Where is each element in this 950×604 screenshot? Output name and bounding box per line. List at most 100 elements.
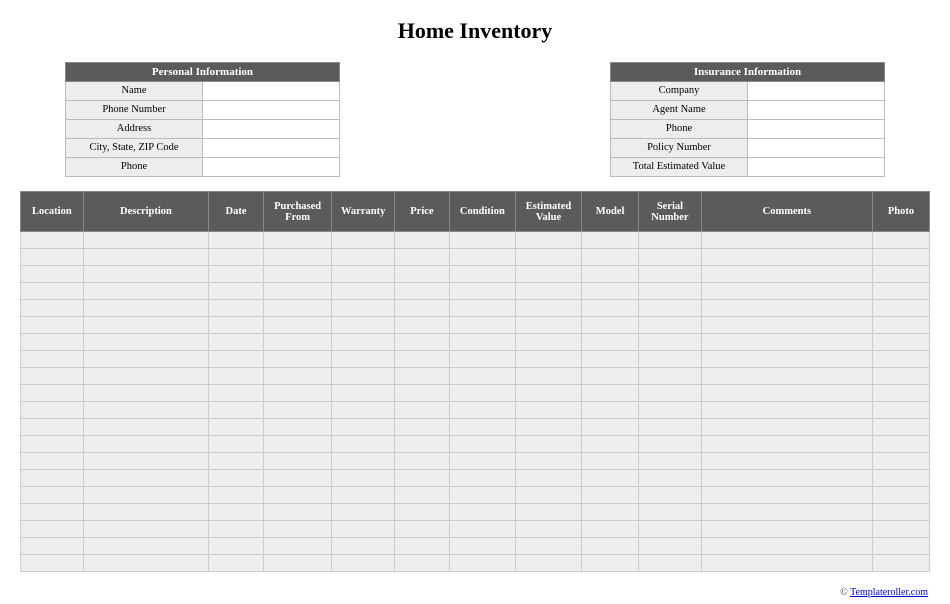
table-cell[interactable] (701, 283, 872, 300)
personal-value[interactable] (203, 120, 340, 139)
table-cell[interactable] (209, 402, 264, 419)
table-cell[interactable] (872, 487, 929, 504)
table-cell[interactable] (582, 538, 639, 555)
table-cell[interactable] (872, 385, 929, 402)
table-cell[interactable] (701, 232, 872, 249)
table-cell[interactable] (449, 317, 515, 334)
table-cell[interactable] (263, 487, 331, 504)
table-cell[interactable] (332, 470, 395, 487)
table-cell[interactable] (872, 419, 929, 436)
table-cell[interactable] (21, 555, 84, 572)
table-cell[interactable] (83, 385, 208, 402)
table-cell[interactable] (21, 232, 84, 249)
table-cell[interactable] (332, 538, 395, 555)
table-cell[interactable] (209, 300, 264, 317)
table-cell[interactable] (332, 334, 395, 351)
table-cell[interactable] (263, 504, 331, 521)
table-cell[interactable] (83, 368, 208, 385)
table-cell[interactable] (701, 470, 872, 487)
table-cell[interactable] (515, 555, 581, 572)
table-cell[interactable] (582, 300, 639, 317)
table-cell[interactable] (395, 470, 450, 487)
table-cell[interactable] (21, 300, 84, 317)
table-cell[interactable] (872, 453, 929, 470)
personal-value[interactable] (203, 158, 340, 177)
table-cell[interactable] (582, 351, 639, 368)
table-cell[interactable] (701, 419, 872, 436)
table-cell[interactable] (872, 300, 929, 317)
table-cell[interactable] (83, 436, 208, 453)
table-cell[interactable] (83, 351, 208, 368)
table-cell[interactable] (209, 283, 264, 300)
table-cell[interactable] (209, 470, 264, 487)
table-cell[interactable] (639, 521, 702, 538)
table-cell[interactable] (332, 487, 395, 504)
table-cell[interactable] (332, 419, 395, 436)
table-cell[interactable] (209, 249, 264, 266)
table-cell[interactable] (83, 283, 208, 300)
table-cell[interactable] (639, 249, 702, 266)
table-cell[interactable] (701, 555, 872, 572)
table-cell[interactable] (263, 419, 331, 436)
table-cell[interactable] (515, 453, 581, 470)
table-cell[interactable] (332, 232, 395, 249)
table-cell[interactable] (83, 419, 208, 436)
table-cell[interactable] (449, 266, 515, 283)
table-cell[interactable] (263, 283, 331, 300)
table-cell[interactable] (701, 266, 872, 283)
table-cell[interactable] (83, 487, 208, 504)
table-cell[interactable] (83, 317, 208, 334)
personal-value[interactable] (203, 82, 340, 101)
table-cell[interactable] (332, 368, 395, 385)
table-cell[interactable] (639, 402, 702, 419)
table-cell[interactable] (701, 487, 872, 504)
table-cell[interactable] (582, 402, 639, 419)
table-cell[interactable] (701, 504, 872, 521)
table-cell[interactable] (449, 368, 515, 385)
personal-value[interactable] (203, 101, 340, 120)
table-cell[interactable] (263, 555, 331, 572)
table-cell[interactable] (515, 402, 581, 419)
table-cell[interactable] (639, 504, 702, 521)
table-cell[interactable] (209, 334, 264, 351)
insurance-value[interactable] (748, 158, 885, 177)
table-cell[interactable] (449, 385, 515, 402)
table-cell[interactable] (639, 470, 702, 487)
table-cell[interactable] (83, 453, 208, 470)
table-cell[interactable] (872, 368, 929, 385)
table-cell[interactable] (263, 521, 331, 538)
table-cell[interactable] (639, 266, 702, 283)
table-cell[interactable] (701, 436, 872, 453)
table-cell[interactable] (395, 249, 450, 266)
table-cell[interactable] (872, 334, 929, 351)
table-cell[interactable] (639, 317, 702, 334)
table-cell[interactable] (332, 453, 395, 470)
table-cell[interactable] (582, 368, 639, 385)
table-cell[interactable] (209, 436, 264, 453)
table-cell[interactable] (332, 436, 395, 453)
table-cell[interactable] (209, 351, 264, 368)
table-cell[interactable] (639, 385, 702, 402)
table-cell[interactable] (515, 300, 581, 317)
table-cell[interactable] (83, 504, 208, 521)
table-cell[interactable] (21, 385, 84, 402)
table-cell[interactable] (21, 419, 84, 436)
table-cell[interactable] (209, 385, 264, 402)
table-cell[interactable] (395, 351, 450, 368)
table-cell[interactable] (263, 232, 331, 249)
table-cell[interactable] (332, 283, 395, 300)
table-cell[interactable] (332, 300, 395, 317)
table-cell[interactable] (639, 368, 702, 385)
table-cell[interactable] (395, 538, 450, 555)
personal-value[interactable] (203, 139, 340, 158)
insurance-value[interactable] (748, 139, 885, 158)
table-cell[interactable] (449, 249, 515, 266)
table-cell[interactable] (449, 232, 515, 249)
table-cell[interactable] (449, 402, 515, 419)
table-cell[interactable] (449, 283, 515, 300)
table-cell[interactable] (21, 453, 84, 470)
table-cell[interactable] (209, 521, 264, 538)
table-cell[interactable] (21, 402, 84, 419)
table-cell[interactable] (582, 232, 639, 249)
table-cell[interactable] (395, 453, 450, 470)
